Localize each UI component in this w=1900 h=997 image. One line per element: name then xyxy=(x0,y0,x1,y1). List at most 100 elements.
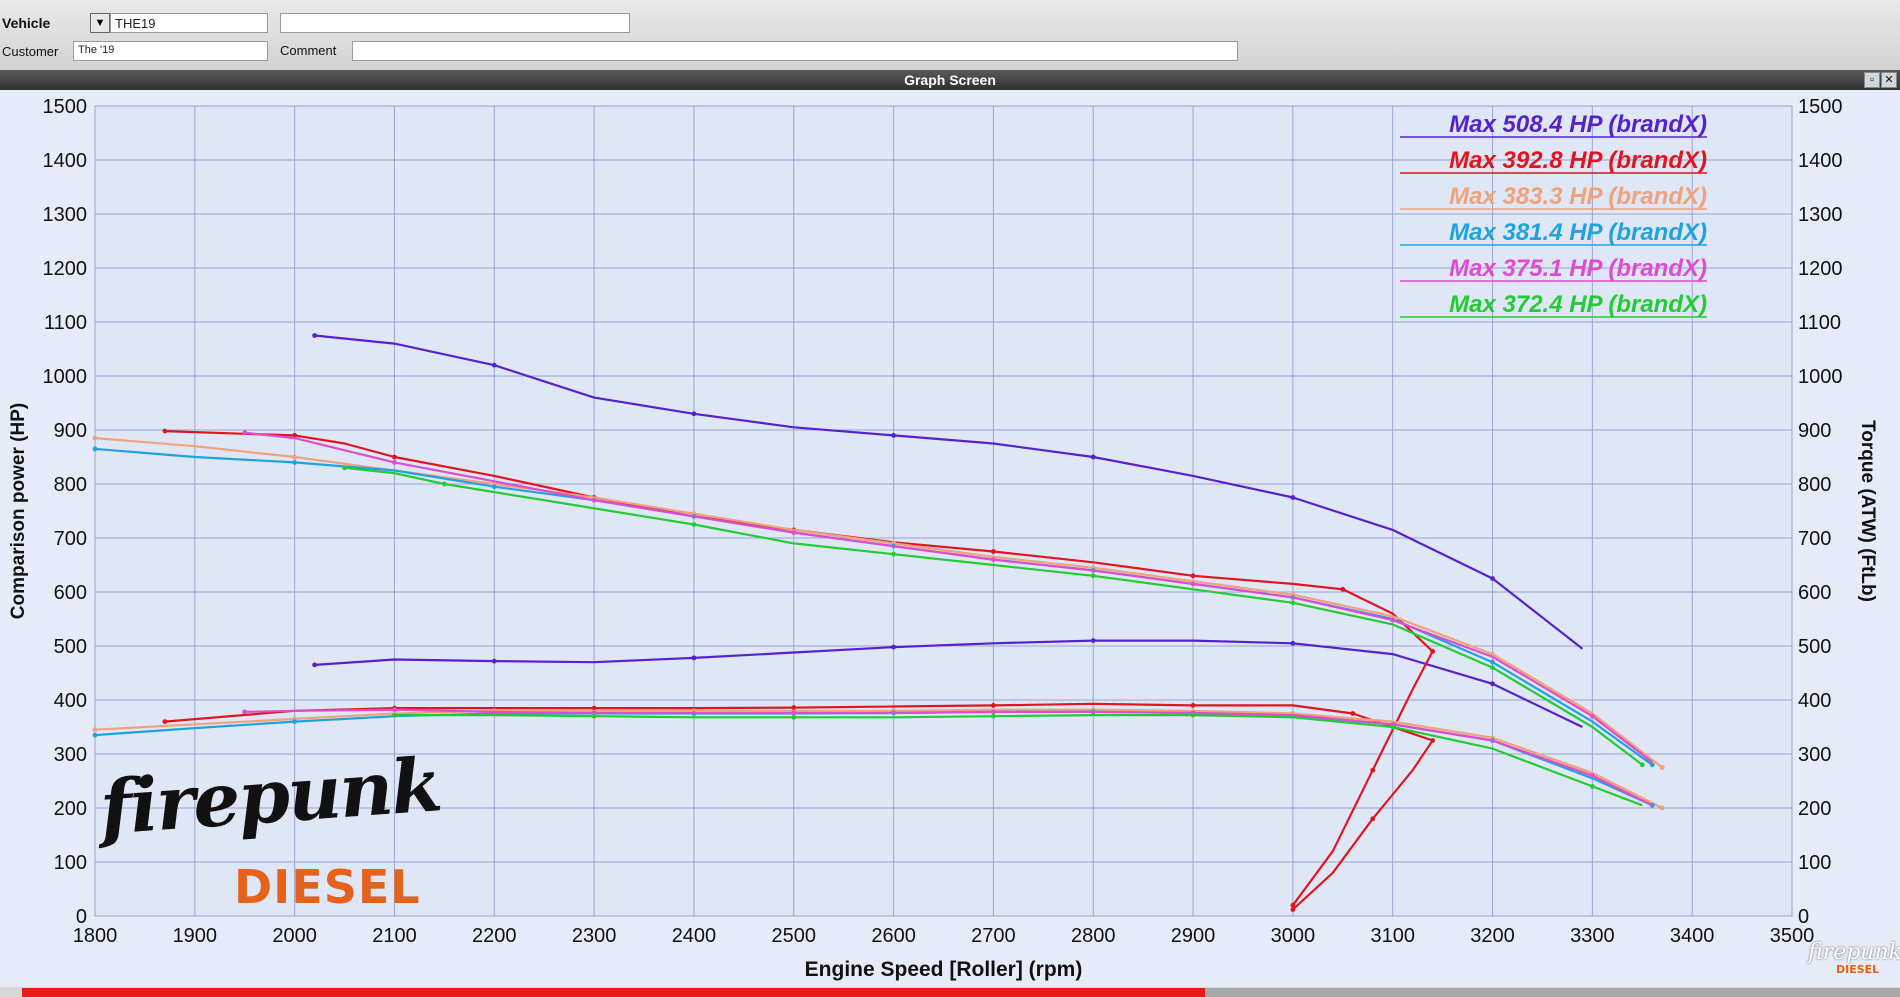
series-point xyxy=(1290,495,1296,500)
y-tick-label: 1400 xyxy=(43,150,88,172)
y2-tick-label: 900 xyxy=(1798,420,1831,442)
series-point xyxy=(1430,649,1436,654)
series-point xyxy=(1490,576,1495,581)
series-point xyxy=(491,658,497,664)
legend-entry: Max 508.4 HP (brandX) xyxy=(1449,111,1707,138)
series-point xyxy=(242,430,248,436)
series-point xyxy=(991,709,996,715)
legend-entry: Max 375.1 HP (brandX) xyxy=(1449,255,1707,282)
vehicle-field[interactable]: THE19 xyxy=(110,13,268,33)
series-point xyxy=(1589,773,1595,778)
series-point xyxy=(591,713,597,719)
series-point xyxy=(1589,784,1595,789)
vehicle-info-bar: Vehicle ▼ THE19 Customer The '19 Comment xyxy=(0,0,1900,71)
vehicle-extra-field[interactable] xyxy=(280,13,630,33)
video-progress-bar[interactable] xyxy=(22,988,1206,997)
series-point xyxy=(1430,738,1436,743)
series-point xyxy=(1659,765,1665,770)
series-point xyxy=(1370,816,1376,822)
series-point xyxy=(1659,805,1665,811)
graph-area: 1800 1900 2000 2100 2200 2300 2400 2500 2600 2700… xyxy=(0,90,1900,987)
y2-tick-label: 600 xyxy=(1798,582,1831,604)
x-axis-title: Engine Speed [Roller] (rpm) xyxy=(805,958,1083,981)
x-tick-label: 1900 xyxy=(173,925,218,947)
series-point xyxy=(1639,762,1645,768)
y-tick-label: 200 xyxy=(54,798,87,820)
x-tick-label: 2700 xyxy=(971,925,1016,947)
y-tick-label: 0 xyxy=(76,906,87,928)
series-point xyxy=(691,411,697,417)
restore-icon[interactable]: ▫ xyxy=(1864,72,1880,88)
logo-sub-text: DIESEL xyxy=(234,860,421,914)
y2-tick-label: 500 xyxy=(1798,636,1831,658)
watermark-main-text: firepunk xyxy=(1808,940,1900,965)
x-tick-label: 2100 xyxy=(372,925,417,947)
logo-main-text: firepunk xyxy=(97,742,444,852)
y-tick-label: 300 xyxy=(54,744,87,766)
y-tick-label: 500 xyxy=(54,636,87,658)
series-point xyxy=(1490,681,1495,687)
series-point xyxy=(1390,724,1396,730)
series-point xyxy=(991,549,996,554)
series-point xyxy=(791,530,797,535)
watermark-logo: firepunk DIESEL xyxy=(1808,940,1900,976)
series-point xyxy=(791,710,797,716)
y2-tick-label: 1000 xyxy=(1798,366,1843,388)
y-tick-label: 800 xyxy=(54,474,87,496)
series-point xyxy=(1190,712,1196,718)
series-point xyxy=(1290,600,1296,606)
x-tick-label: 3300 xyxy=(1570,925,1615,947)
series-point xyxy=(1090,454,1096,460)
series-point xyxy=(1589,713,1595,719)
x-tick-label: 2400 xyxy=(672,925,717,947)
watermark-sub-text: DIESEL xyxy=(1836,963,1880,976)
series-point xyxy=(92,727,98,733)
series-point xyxy=(1390,617,1396,623)
x-tick-label: 2200 xyxy=(472,925,517,947)
customer-label: Customer xyxy=(2,44,59,59)
x-tick-label: 3400 xyxy=(1670,925,1715,947)
series-point xyxy=(1340,586,1346,592)
y2-axis-title: Torque (ATW) (FtLb) xyxy=(1857,420,1878,602)
x-tick-label: 3200 xyxy=(1470,925,1515,947)
series-point xyxy=(691,522,697,527)
y-tick-label: 1200 xyxy=(43,258,88,280)
legend-entry: Max 381.4 HP (brandX) xyxy=(1449,219,1707,246)
close-icon[interactable]: ✕ xyxy=(1881,72,1897,88)
series-point xyxy=(242,709,248,715)
series-point xyxy=(1190,581,1196,587)
x-tick-label: 2600 xyxy=(871,925,916,947)
y2-tick-label: 0 xyxy=(1798,906,1809,928)
series-point xyxy=(791,705,797,710)
y2-tick-label: 200 xyxy=(1798,798,1831,820)
customer-field[interactable]: The '19 xyxy=(73,41,268,61)
series-point xyxy=(1290,640,1296,646)
y-tick-label: 100 xyxy=(54,852,87,874)
series-point xyxy=(1490,665,1495,670)
series-point xyxy=(92,435,98,441)
series-point xyxy=(691,655,697,661)
firepunk-diesel-logo: firepunk DIESEL xyxy=(97,742,443,910)
x-tick-label: 1800 xyxy=(73,925,118,947)
series-point xyxy=(891,433,896,438)
comment-label: Comment xyxy=(280,43,337,58)
series-point xyxy=(1490,659,1495,665)
series-point xyxy=(1350,711,1356,716)
series-point xyxy=(591,497,597,503)
y2-tick-label: 400 xyxy=(1798,690,1831,712)
y2-tick-label: 700 xyxy=(1798,528,1831,550)
vehicle-dropdown-icon[interactable]: ▼ xyxy=(90,13,110,33)
series-point xyxy=(441,481,447,487)
series-point xyxy=(92,446,98,452)
x-tick-label: 2300 xyxy=(572,925,617,947)
y-tick-label: 900 xyxy=(54,420,87,442)
comment-field[interactable] xyxy=(352,41,1238,61)
legend-entry: Max 392.8 HP (brandX) xyxy=(1449,147,1707,174)
series-point xyxy=(1649,762,1655,768)
y-tick-label: 700 xyxy=(54,528,87,550)
y2-tick-label: 1400 xyxy=(1798,150,1843,172)
x-tick-label: 3100 xyxy=(1370,925,1415,947)
series-point xyxy=(1370,767,1376,773)
series-point xyxy=(162,719,168,724)
y-tick-label: 1000 xyxy=(43,366,88,388)
